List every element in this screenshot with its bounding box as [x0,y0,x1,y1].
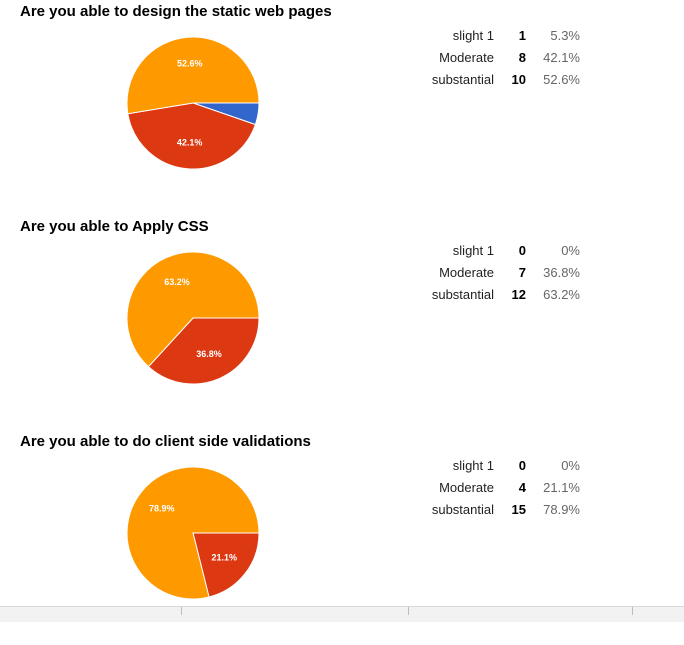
response-percent: 52.6% [543,71,580,87]
response-label: substantial [431,286,494,302]
response-percent: 78.9% [543,501,580,517]
column-divider [181,607,182,615]
pie-chart-3: 21.1% 78.9% [126,466,260,600]
response-label: substantial [431,71,494,87]
response-count: 12 [511,286,526,302]
pie-slice-label: 63.2% [164,277,190,287]
question-section-2: Are you able to Apply CSS 36.8% 63.2% sli… [0,215,684,430]
response-percent: 36.8% [543,264,580,280]
pie-chart-2: 36.8% 63.2% [126,251,260,385]
response-percent: 42.1% [543,49,580,65]
response-row-moderate: Moderate 7 36.8% [400,261,580,283]
response-percent: 0% [561,242,580,258]
pie-slice-label: 52.6% [177,59,203,69]
pie-slice-label: 36.8% [196,349,222,359]
column-divider [632,607,633,615]
response-row-moderate: Moderate 8 42.1% [400,46,580,68]
response-label: slight 1 [452,457,494,473]
response-label: Moderate [439,264,494,280]
response-row-slight: slight 1 0 0% [400,239,580,261]
question-section-1: Are you able to design the static web pa… [0,0,684,215]
response-percent: 21.1% [543,479,580,495]
response-summary-table-1: slight 1 1 5.3% Moderate 8 42.1% substan… [400,24,580,90]
response-count: 15 [511,501,526,517]
pie-slice-substantial [126,36,260,115]
column-divider [408,607,409,615]
response-count: 8 [518,49,526,65]
response-count: 4 [518,479,526,495]
response-summary-table-2: slight 1 0 0% Moderate 7 36.8% substanti… [400,239,580,305]
response-label: slight 1 [452,242,494,258]
response-count: 1 [518,27,526,43]
response-label: slight 1 [452,27,494,43]
response-label: Moderate [439,479,494,495]
response-row-substantial: substantial 10 52.6% [400,68,580,90]
response-count: 10 [511,71,526,87]
response-row-moderate: Moderate 4 21.1% [400,476,580,498]
pie-slice-label: 78.9% [149,504,175,514]
response-percent: 0% [561,457,580,473]
response-label: Moderate [439,49,494,65]
response-count: 0 [518,457,526,473]
pie-slice-label: 21.1% [211,552,237,562]
bottom-scroll-strip [0,606,684,622]
response-row-slight: slight 1 1 5.3% [400,24,580,46]
response-label: substantial [431,501,494,517]
response-count: 0 [518,242,526,258]
pie-chart-1: 42.1% 52.6% [126,36,260,170]
response-summary-table-3: slight 1 0 0% Moderate 4 21.1% substanti… [400,454,580,520]
response-count: 7 [518,264,526,280]
response-row-slight: slight 1 0 0% [400,454,580,476]
response-row-substantial: substantial 15 78.9% [400,498,580,520]
response-percent: 5.3% [550,27,580,43]
pie-slice-label: 42.1% [177,137,203,147]
response-row-substantial: substantial 12 63.2% [400,283,580,305]
response-percent: 63.2% [543,286,580,302]
